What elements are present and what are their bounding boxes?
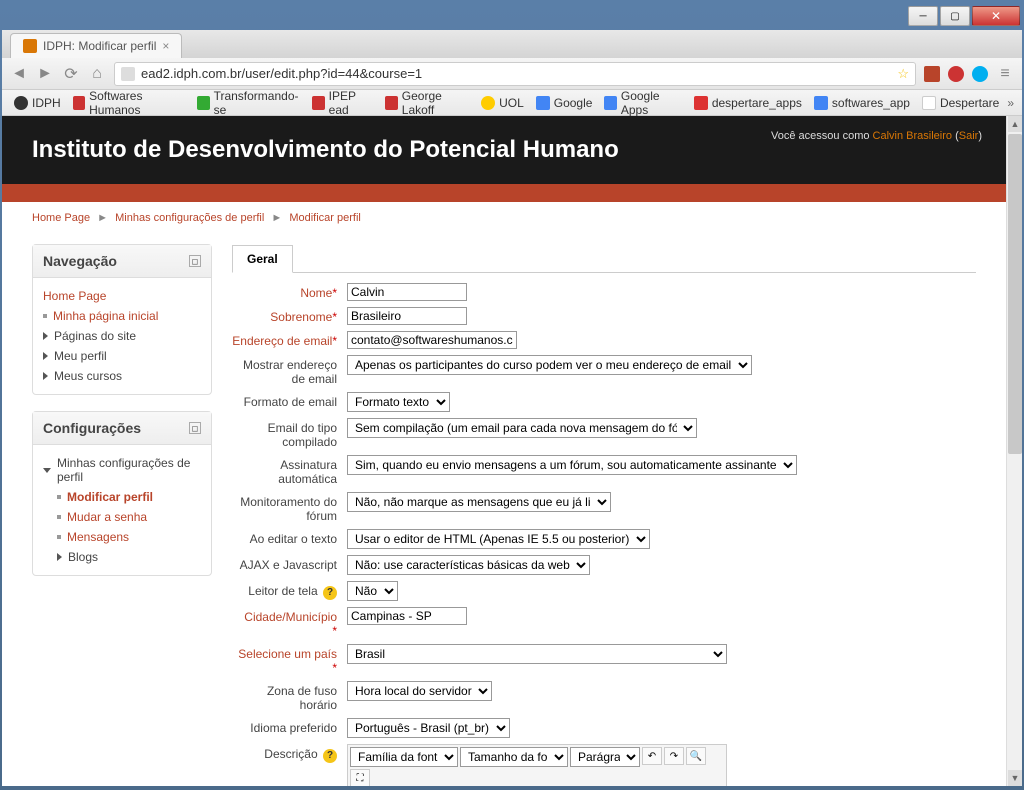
browser-tabs: IDPH: Modificar perfil ×	[2, 30, 1022, 58]
settings-parent[interactable]: Minhas configurações de perfil	[43, 453, 201, 487]
window-titlebar: ─ ▢ ✕	[2, 2, 1022, 30]
scroll-up-arrow[interactable]: ▲	[1008, 116, 1022, 132]
forward-button[interactable]: ►	[36, 65, 54, 83]
formato-email-select[interactable]: Formato texto	[347, 392, 450, 412]
block-title: Configurações	[43, 420, 141, 436]
browser-tab-active[interactable]: IDPH: Modificar perfil ×	[10, 33, 182, 58]
tipo-email-select[interactable]: Sem compilação (um email para cada nova …	[347, 418, 697, 438]
nav-item[interactable]: Páginas do site	[43, 326, 201, 346]
window-maximize-button[interactable]: ▢	[940, 6, 970, 26]
nav-item[interactable]: Meu perfil	[43, 346, 201, 366]
window-minimize-button[interactable]: ─	[908, 6, 938, 26]
breadcrumb-home[interactable]: Home Page	[32, 212, 90, 224]
help-icon[interactable]: ?	[323, 749, 337, 763]
settings-item[interactable]: Mensagens	[57, 527, 201, 547]
ajax-select[interactable]: Não: use características básicas da web	[347, 555, 590, 575]
window-close-button[interactable]: ✕	[972, 6, 1020, 26]
scrollbar[interactable]: ▲ ▼	[1006, 116, 1022, 786]
bookmark-item[interactable]: Google	[532, 94, 597, 112]
block-title: Navegação	[43, 253, 117, 269]
tab-close-icon[interactable]: ×	[162, 39, 169, 53]
help-icon[interactable]: ?	[323, 586, 337, 600]
nav-item[interactable]: Meus cursos	[43, 366, 201, 386]
richtext-toolbar: Família da font Tamanho da fo Parágrafo …	[347, 744, 727, 786]
settings-item[interactable]: Blogs	[57, 547, 201, 567]
breadcrumb-current[interactable]: Modificar perfil	[289, 212, 361, 224]
nav-home-link[interactable]: Home Page	[43, 286, 201, 306]
redo-icon[interactable]: ↷	[664, 747, 684, 765]
extension-icon[interactable]	[924, 66, 940, 82]
reload-button[interactable]: ⟳	[62, 65, 80, 83]
site-header: Você acessou como Calvin Brasileiro (Sai…	[2, 116, 1006, 184]
bookmark-item[interactable]: George Lakoff	[381, 87, 473, 119]
font-family-select[interactable]: Família da font	[350, 747, 458, 767]
idioma-select[interactable]: Português - Brasil (pt_br)	[347, 718, 510, 738]
back-button[interactable]: ◄	[10, 65, 28, 83]
star-icon[interactable]: ☆	[897, 66, 909, 82]
editor-select[interactable]: Usar o editor de HTML (Apenas IE 5.5 ou …	[347, 529, 650, 549]
address-bar[interactable]: ead2.idph.com.br/user/edit.php?id=44&cou…	[114, 62, 916, 86]
user-link[interactable]: Calvin Brasileiro	[873, 130, 952, 142]
mostrar-email-select[interactable]: Apenas os participantes do curso podem v…	[347, 355, 752, 375]
login-info: Você acessou como Calvin Brasileiro (Sai…	[771, 130, 982, 142]
bookmark-item[interactable]: Transformando-se	[193, 87, 304, 119]
url-text: ead2.idph.com.br/user/edit.php?id=44&cou…	[141, 66, 422, 81]
cidade-field[interactable]	[347, 607, 467, 625]
extension-icon[interactable]	[948, 66, 964, 82]
navigation-block: Navegação ◻ Home Page Minha página inici…	[32, 244, 212, 395]
menu-button[interactable]: ≡	[996, 65, 1014, 83]
bookmarks-overflow[interactable]: »	[1007, 96, 1014, 110]
home-button[interactable]: ⌂	[88, 65, 106, 83]
nome-field[interactable]	[347, 283, 467, 301]
fuso-select[interactable]: Hora local do servidor	[347, 681, 492, 701]
bookmark-item[interactable]: IDPH	[10, 94, 65, 112]
site-icon	[121, 67, 135, 81]
pais-select[interactable]: Brasil	[347, 644, 727, 664]
sobrenome-field[interactable]	[347, 307, 467, 325]
form-tab-geral[interactable]: Geral	[232, 245, 293, 273]
header-accent-bar	[2, 184, 1006, 202]
bookmark-item[interactable]: despertare_apps	[690, 94, 806, 112]
bookmarks-bar: IDPH Softwares Humanos Transformando-se …	[2, 90, 1022, 116]
bookmark-item[interactable]: IPEP ead	[308, 87, 377, 119]
settings-block: Configurações ◻ Minhas configurações de …	[32, 411, 212, 576]
bookmark-item[interactable]: Softwares Humanos	[69, 87, 189, 119]
undo-icon[interactable]: ↶	[642, 747, 662, 765]
tab-title: IDPH: Modificar perfil	[43, 39, 156, 53]
scroll-down-arrow[interactable]: ▼	[1008, 770, 1022, 786]
search-icon[interactable]: 🔍	[686, 747, 706, 765]
settings-item-modificar[interactable]: Modificar perfil	[57, 487, 201, 507]
settings-item[interactable]: Mudar a senha	[57, 507, 201, 527]
breadcrumb-link[interactable]: Minhas configurações de perfil	[115, 212, 264, 224]
nav-item[interactable]: Minha página inicial	[43, 306, 201, 326]
favicon-icon	[23, 39, 37, 53]
monitoramento-select[interactable]: Não, não marque as mensagens que eu já l…	[347, 492, 611, 512]
leitor-tela-select[interactable]: Não	[347, 581, 398, 601]
email-field[interactable]	[347, 331, 517, 349]
skype-icon[interactable]	[972, 66, 988, 82]
browser-toolbar: ◄ ► ⟳ ⌂ ead2.idph.com.br/user/edit.php?i…	[2, 58, 1022, 90]
breadcrumb: Home Page ► Minhas configurações de perf…	[2, 202, 1006, 234]
paragraph-select[interactable]: Parágrafo	[570, 747, 640, 767]
bookmark-item[interactable]: UOL	[477, 94, 528, 112]
bookmark-item[interactable]: Google Apps	[600, 87, 685, 119]
bookmark-item[interactable]: Despertare	[918, 94, 1003, 112]
logout-link[interactable]: Sair	[959, 130, 979, 142]
bookmark-item[interactable]: softwares_app	[810, 94, 914, 112]
block-collapse-icon[interactable]: ◻	[189, 422, 201, 434]
assinatura-select[interactable]: Sim, quando eu envio mensagens a um fóru…	[347, 455, 797, 475]
scroll-thumb[interactable]	[1008, 134, 1022, 454]
block-collapse-icon[interactable]: ◻	[189, 255, 201, 267]
fullscreen-icon[interactable]: ⛶	[350, 769, 370, 786]
font-size-select[interactable]: Tamanho da fo	[460, 747, 568, 767]
